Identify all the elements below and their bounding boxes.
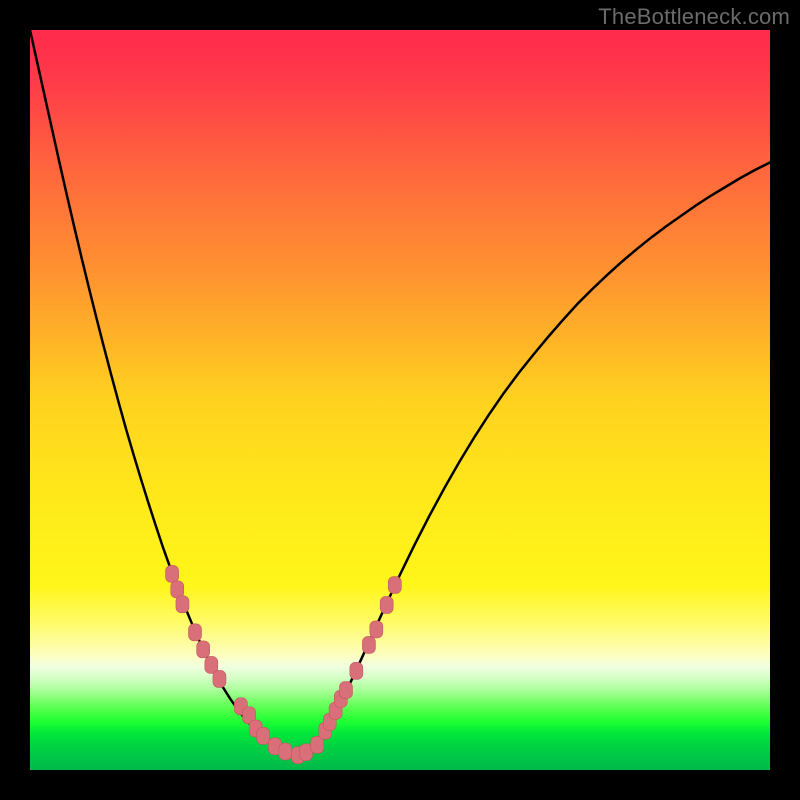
gradient-background [30,30,770,770]
curve-marker [213,670,226,687]
curve-marker [339,682,352,699]
curve-marker [362,636,375,653]
curve-marker [380,596,393,613]
watermark-text: TheBottleneck.com [598,4,790,30]
chart-frame: TheBottleneck.com [0,0,800,800]
curve-marker [166,565,179,582]
curve-marker [370,621,383,638]
curve-marker [197,641,210,658]
chart-svg [30,30,770,770]
curve-marker [279,743,292,760]
plot-area [30,30,770,770]
curve-marker [176,596,189,613]
curve-marker [171,581,184,598]
curve-marker [388,577,401,594]
curve-marker [350,662,363,679]
curve-marker [257,727,270,744]
curve-marker [189,624,202,641]
